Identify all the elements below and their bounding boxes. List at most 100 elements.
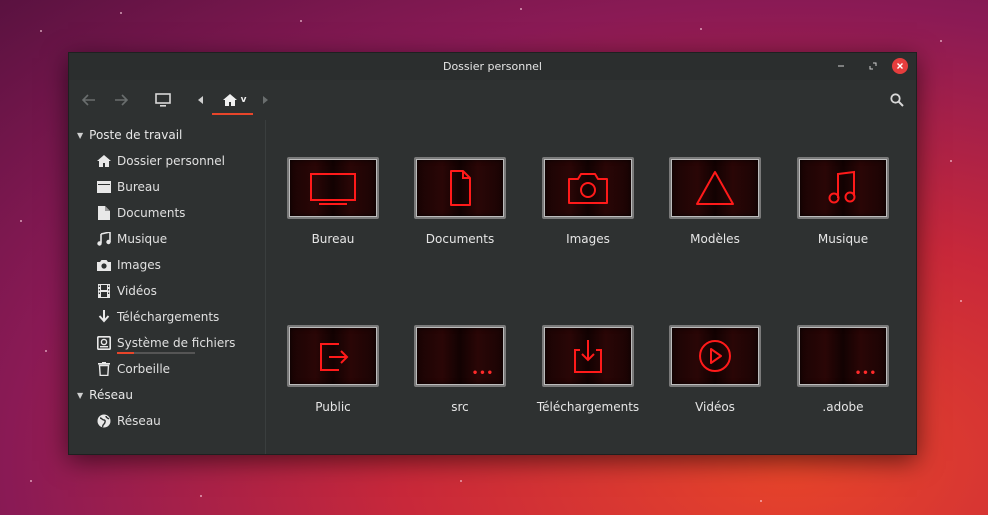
back-button[interactable] xyxy=(79,89,99,111)
download-icon xyxy=(574,340,602,373)
home-icon xyxy=(96,153,112,169)
forward-button[interactable] xyxy=(111,89,131,111)
folder-thumbnail xyxy=(542,325,634,387)
computer-icon xyxy=(155,93,171,107)
toolbar: v xyxy=(69,80,916,120)
sidebar-item-documents[interactable]: Documents xyxy=(69,200,265,226)
more-icon: ••• xyxy=(471,368,494,379)
folder-tile[interactable]: Images xyxy=(528,157,648,246)
film-icon xyxy=(96,283,112,299)
folder-tile[interactable]: Public xyxy=(273,325,393,414)
folder-thumbnail xyxy=(669,157,761,219)
more-icon: ••• xyxy=(854,368,877,379)
sidebar-item-label: Vidéos xyxy=(117,284,157,298)
sidebar-item-label: Bureau xyxy=(117,180,160,194)
folder-label: Images xyxy=(566,232,610,246)
computer-button[interactable] xyxy=(153,89,173,111)
minimize-icon xyxy=(838,65,844,67)
folder-thumbnail xyxy=(287,157,379,219)
triangle-icon xyxy=(696,171,734,205)
folder-tile[interactable]: Vidéos xyxy=(655,325,775,414)
download-icon xyxy=(96,309,112,325)
sidebar-item-music[interactable]: Musique xyxy=(69,226,265,252)
desktop-folder-icon xyxy=(96,179,112,195)
folder-label: Modèles xyxy=(690,232,740,246)
arrow-right-icon xyxy=(115,94,128,106)
folder-label: Musique xyxy=(817,232,869,246)
sidebar-section-network[interactable]: ▼ Réseau xyxy=(69,382,265,408)
home-icon xyxy=(222,94,237,106)
sidebar-item-label: Téléchargements xyxy=(117,310,220,324)
sidebar-item-filesystem[interactable]: Système de fichiers xyxy=(69,330,265,356)
folder-label: Vidéos xyxy=(695,400,735,414)
folder-label: Public xyxy=(315,400,351,414)
sidebar-item-label: Documents xyxy=(117,206,186,220)
folder-tile[interactable]: Téléchargements xyxy=(528,325,648,414)
folder-thumbnail: ••• xyxy=(414,325,506,387)
home-caret: v xyxy=(240,95,247,105)
triangle-down-icon: ▼ xyxy=(77,130,84,140)
minimize-button[interactable] xyxy=(833,58,849,74)
sidebar-item-label: Système de fichiers xyxy=(117,336,236,350)
disk-usage-fill xyxy=(117,352,135,354)
folder-tile[interactable]: Modèles xyxy=(655,157,775,246)
maximize-button[interactable] xyxy=(865,58,881,74)
globe-icon xyxy=(96,413,112,429)
folder-tile[interactable]: Bureau xyxy=(273,157,393,246)
folder-thumbnail xyxy=(797,157,889,219)
document-icon xyxy=(96,205,112,221)
folder-thumbnail xyxy=(287,325,379,387)
triangle-down-icon: ▼ xyxy=(77,390,84,400)
search-button[interactable] xyxy=(887,89,907,111)
window-title: Dossier personnel xyxy=(442,60,542,73)
title-bar[interactable]: Dossier personnel xyxy=(69,53,916,80)
folder-thumbnail xyxy=(542,157,634,219)
music-icon xyxy=(828,170,856,204)
sidebar-item-downloads[interactable]: Téléchargements xyxy=(69,304,265,330)
camera-icon xyxy=(568,173,608,204)
close-icon xyxy=(897,63,903,69)
sidebar-item-home[interactable]: Dossier personnel xyxy=(69,148,265,174)
file-view: Bureau Documents Images Modèles Musique … xyxy=(266,120,916,454)
folder-thumbnail xyxy=(414,157,506,219)
drive-icon xyxy=(96,335,112,351)
sidebar-item-label: Images xyxy=(117,258,161,272)
sidebar-item-network[interactable]: Réseau xyxy=(69,408,265,434)
folder-tile[interactable]: Documents xyxy=(400,157,520,246)
close-button[interactable] xyxy=(892,58,908,74)
music-icon xyxy=(96,231,112,247)
play-icon xyxy=(699,340,731,372)
document-icon xyxy=(450,170,471,206)
sidebar-item-label: Dossier personnel xyxy=(117,154,226,168)
folder-label: .adobe xyxy=(822,400,864,414)
maximize-icon xyxy=(869,62,877,70)
share-icon xyxy=(320,343,349,371)
folder-tile[interactable]: ••• src xyxy=(400,325,520,414)
trash-icon xyxy=(96,361,112,377)
folder-label: Téléchargements xyxy=(536,400,640,414)
folder-tile[interactable]: ••• .adobe xyxy=(783,325,903,414)
sidebar: ▼ Poste de travail Dossier personnel Bur… xyxy=(69,120,266,454)
sidebar-item-trash[interactable]: Corbeille xyxy=(69,356,265,382)
section-label: Poste de travail xyxy=(89,128,183,142)
folder-thumbnail: ••• xyxy=(797,325,889,387)
disk-usage-bar xyxy=(117,352,195,354)
arrow-left-icon xyxy=(82,94,95,106)
sidebar-item-label: Corbeille xyxy=(117,362,171,376)
sidebar-item-label: Réseau xyxy=(117,414,161,428)
section-label: Réseau xyxy=(89,388,133,402)
folder-label: Bureau xyxy=(311,232,355,246)
sidebar-section-computer[interactable]: ▼ Poste de travail xyxy=(69,122,265,148)
camera-icon xyxy=(96,257,112,273)
sidebar-item-videos[interactable]: Vidéos xyxy=(69,278,265,304)
path-scroll-left-button[interactable] xyxy=(195,89,207,111)
current-path-indicator xyxy=(212,113,253,115)
folder-label: src xyxy=(451,400,469,414)
folder-tile[interactable]: Musique xyxy=(783,157,903,246)
sidebar-item-images[interactable]: Images xyxy=(69,252,265,278)
file-manager-window: Dossier personnel v ▼ Poste de travail D… xyxy=(68,52,917,455)
folder-thumbnail xyxy=(669,325,761,387)
path-home-button[interactable]: v xyxy=(214,89,254,111)
sidebar-item-desktop[interactable]: Bureau xyxy=(69,174,265,200)
path-scroll-right-button[interactable] xyxy=(259,89,271,111)
